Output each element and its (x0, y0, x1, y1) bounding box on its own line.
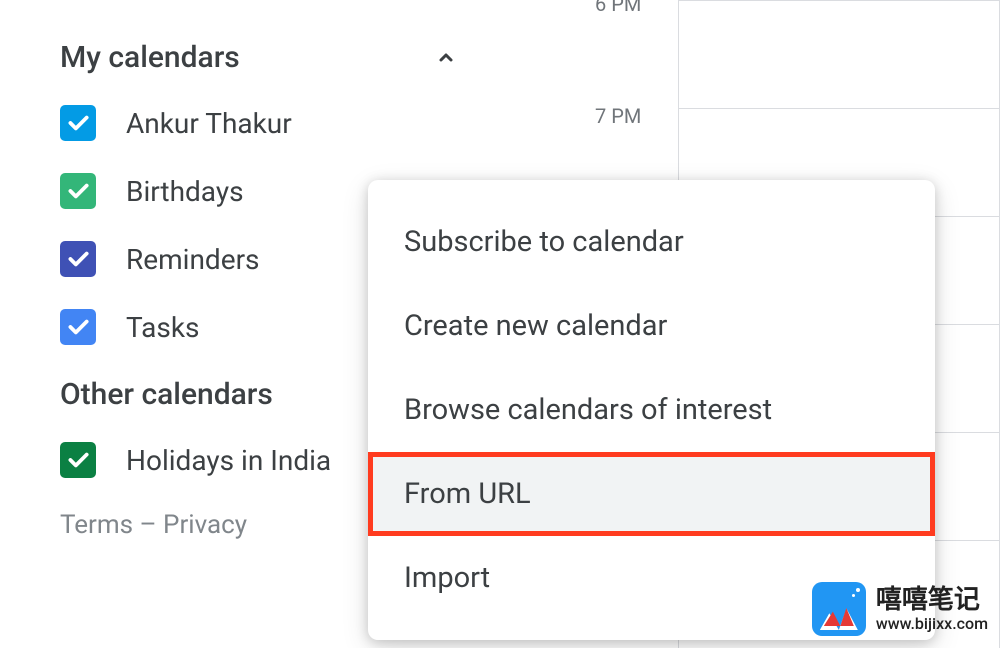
calendar-label: Ankur Thakur (126, 107, 292, 140)
calendar-label: Birthdays (126, 175, 244, 208)
add-calendar-menu: Subscribe to calendar Create new calenda… (368, 180, 935, 640)
time-label: 6 PM (595, 0, 641, 16)
watermark-title: 嘻嘻笔记 (876, 586, 988, 615)
chevron-up-icon[interactable] (432, 44, 460, 72)
checkbox-icon[interactable] (60, 442, 96, 478)
calendar-label: Holidays in India (126, 444, 331, 477)
privacy-link[interactable]: Privacy (163, 510, 247, 540)
menu-item-from-url[interactable]: From URL (368, 452, 935, 536)
my-calendars-header[interactable]: My calendars (60, 40, 480, 75)
menu-item-subscribe-to-calendar[interactable]: Subscribe to calendar (368, 200, 935, 284)
menu-item-browse-calendars-of-interest[interactable]: Browse calendars of interest (368, 368, 935, 452)
calendar-label: Reminders (126, 243, 260, 276)
menu-item-create-new-calendar[interactable]: Create new calendar (368, 284, 935, 368)
checkbox-icon[interactable] (60, 309, 96, 345)
watermark-url: www.bijixx.com (876, 615, 988, 633)
checkbox-icon[interactable] (60, 105, 96, 141)
time-label: 7 PM (595, 104, 641, 128)
footer-separator: – (133, 510, 163, 540)
my-calendars-title: My calendars (60, 40, 240, 75)
watermark: 嘻嘻笔记 www.bijixx.com (812, 582, 988, 636)
watermark-logo-icon (812, 582, 866, 636)
calendar-label: Tasks (126, 311, 200, 344)
other-calendars-title: Other calendars (60, 377, 273, 412)
checkbox-icon[interactable] (60, 173, 96, 209)
calendar-item-ankur-thakur[interactable]: Ankur Thakur (60, 105, 480, 141)
terms-link[interactable]: Terms (60, 510, 133, 540)
checkbox-icon[interactable] (60, 241, 96, 277)
